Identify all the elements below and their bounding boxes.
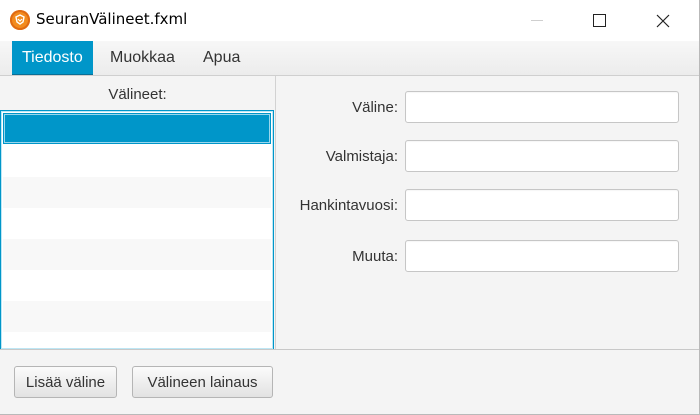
- list-item[interactable]: [3, 208, 271, 239]
- add-equipment-button[interactable]: Lisää väline: [14, 366, 117, 398]
- title-bar[interactable]: SeuranVälineet.fxml: [0, 0, 699, 41]
- list-item[interactable]: [3, 146, 271, 177]
- split-divider[interactable]: [275, 76, 276, 349]
- bottom-divider: [0, 349, 699, 350]
- field-label-other: Muuta:: [352, 248, 398, 265]
- other-field[interactable]: [405, 240, 679, 272]
- field-label-equipment: Väline:: [352, 99, 398, 116]
- list-item[interactable]: [3, 239, 271, 270]
- equipment-list[interactable]: [0, 110, 274, 350]
- acquisition-year-field[interactable]: [405, 189, 679, 221]
- maximize-button[interactable]: [576, 0, 622, 41]
- maximize-icon: [592, 14, 606, 27]
- field-label-manufacturer: Valmistaja:: [325, 148, 398, 165]
- menu-divider: [0, 75, 699, 76]
- list-item[interactable]: [3, 301, 271, 332]
- menu-help[interactable]: Apua: [193, 41, 250, 75]
- minimize-button[interactable]: [514, 0, 560, 41]
- equipment-loan-button[interactable]: Välineen lainaus: [132, 366, 273, 398]
- app-window: SeuranVälineet.fxml Tiedosto Muokkaa Apu…: [0, 0, 700, 415]
- list-item[interactable]: [3, 177, 271, 208]
- menu-file[interactable]: Tiedosto: [12, 41, 93, 75]
- list-item[interactable]: [3, 270, 271, 301]
- menu-bar: Tiedosto Muokkaa Apua: [0, 41, 699, 75]
- window-title: SeuranVälineet.fxml: [36, 10, 188, 28]
- equipment-field[interactable]: [405, 91, 679, 123]
- manufacturer-field[interactable]: [405, 140, 679, 172]
- close-icon: [656, 14, 670, 27]
- equipment-list-label: Välineet:: [108, 86, 167, 103]
- minimize-icon: [531, 20, 543, 21]
- menu-edit[interactable]: Muokkaa: [100, 41, 185, 75]
- list-item[interactable]: [3, 113, 271, 144]
- field-label-acquisition-year: Hankintavuosi:: [299, 197, 398, 214]
- close-button[interactable]: [640, 0, 686, 41]
- app-logo-icon: [10, 10, 30, 30]
